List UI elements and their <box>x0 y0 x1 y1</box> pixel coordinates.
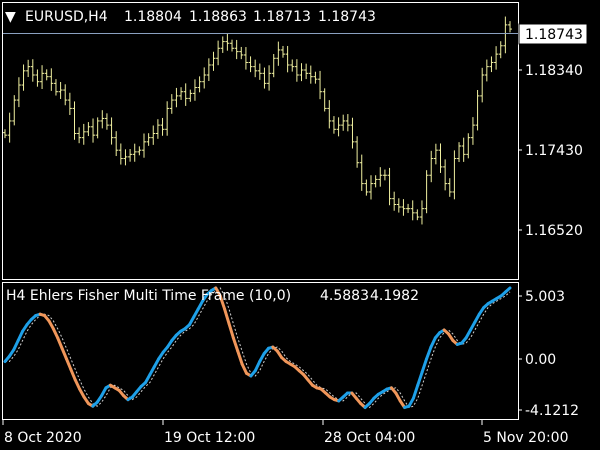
time-label: 19 Oct 12:00 <box>164 430 255 446</box>
symbol-label: EURUSD,H4 <box>25 9 108 25</box>
open-value: 1.18804 <box>124 9 182 25</box>
indicator-value-1: 4.5883 <box>320 288 369 304</box>
current-price-tag: 1.18743 <box>518 23 588 45</box>
price-tick-label: 1.18340 <box>525 63 583 79</box>
indicator-tick-label: 5.003 <box>525 289 565 305</box>
trading-chart[interactable]: ▼ EURUSD,H4 1.18804 1.18863 1.18713 1.18… <box>0 0 600 450</box>
close-value: 1.18743 <box>318 9 376 25</box>
price-tick-label: 1.17430 <box>525 143 583 159</box>
time-label: 28 Oct 04:00 <box>324 430 415 446</box>
indicator-tick-label: -4.1212 <box>525 403 579 419</box>
high-value: 1.18863 <box>189 9 247 25</box>
time-label: 5 Nov 20:00 <box>483 430 568 446</box>
current-price-text: 1.18743 <box>525 27 583 43</box>
indicator-tick-label: 0.00 <box>525 352 556 368</box>
collapse-arrow-icon[interactable]: ▼ <box>5 9 16 25</box>
indicator-value-2: 4.1982 <box>370 288 419 304</box>
indicator-name: H4 Ehlers Fisher Multi Time Frame (10,0) <box>6 288 291 304</box>
time-label: 8 Oct 2020 <box>4 430 82 446</box>
price-tick-label: 1.16520 <box>525 223 583 239</box>
low-value: 1.18713 <box>253 9 311 25</box>
